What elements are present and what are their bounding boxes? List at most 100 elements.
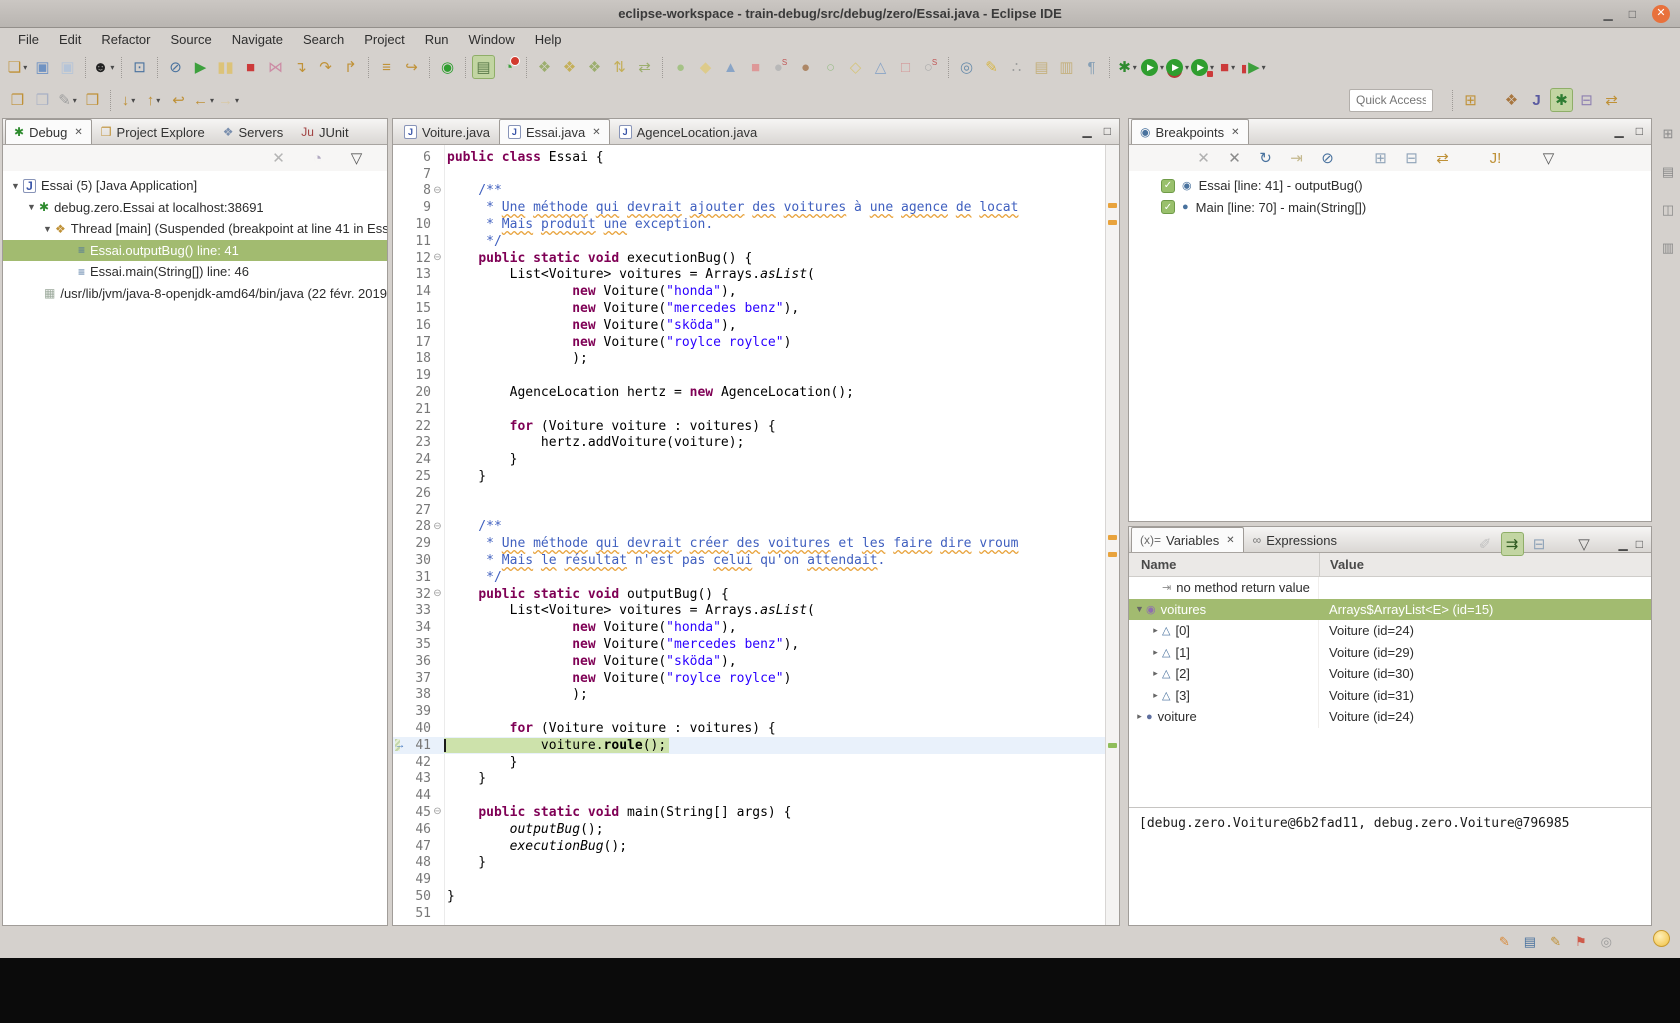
- code-line-13[interactable]: 13 List<Voiture> voitures = Arrays.asLis…: [393, 267, 1105, 284]
- open-from-clipboard-icon[interactable]: ❒: [31, 88, 54, 112]
- line-number[interactable]: 44: [407, 788, 431, 803]
- code-line-44[interactable]: 44: [393, 787, 1105, 804]
- coverage-launch-icon[interactable]: ▶▾: [1166, 55, 1189, 79]
- palette-circle-static-outline-icon[interactable]: ○S: [919, 55, 942, 79]
- code-line-20[interactable]: 20 AgenceLocation hertz = new AgenceLoca…: [393, 384, 1105, 401]
- code-line-46[interactable]: 46 outputBug();: [393, 821, 1105, 838]
- name-column-header[interactable]: Name: [1129, 557, 1319, 572]
- code-line-33[interactable]: 33 List<Voiture> voitures = Arrays.asLis…: [393, 603, 1105, 620]
- clear-annotations-icon[interactable]: ∴: [1005, 55, 1028, 79]
- line-number[interactable]: 13: [407, 267, 431, 282]
- code-line-40[interactable]: 40 for (Voiture voiture : voitures) {: [393, 720, 1105, 737]
- code-text[interactable]: }: [444, 755, 520, 770]
- line-number[interactable]: 35: [407, 637, 431, 652]
- code-text[interactable]: /**: [444, 519, 505, 534]
- minimize-panel-icon[interactable]: ▁: [1083, 124, 1092, 138]
- code-line-22[interactable]: 22 for (Voiture voiture : voitures) {: [393, 418, 1105, 435]
- close-icon[interactable]: ✕: [1226, 535, 1234, 546]
- tab-variables[interactable]: (x)=Variables✕: [1131, 527, 1244, 552]
- suspend-icon[interactable]: ▮▮: [214, 55, 237, 79]
- status-flag-icon[interactable]: ⚑: [1575, 934, 1587, 950]
- new-wizard-icon[interactable]: ❏▾: [6, 55, 29, 79]
- expander-icon[interactable]: ▸: [1149, 647, 1162, 658]
- show-supported-breakpoints-icon[interactable]: ↻: [1254, 146, 1277, 170]
- line-number[interactable]: 28: [407, 519, 431, 534]
- diagram-align-center-icon[interactable]: ❖: [558, 55, 581, 79]
- line-number[interactable]: 33: [407, 603, 431, 618]
- line-number[interactable]: 6: [407, 150, 431, 165]
- code-line-39[interactable]: 39: [393, 703, 1105, 720]
- status-pen-icon[interactable]: ✎: [1550, 934, 1561, 950]
- code-text[interactable]: * Mais produit une exception.: [444, 217, 716, 232]
- expand-all-icon[interactable]: ⊞: [1369, 146, 1392, 170]
- remove-all-terminated-icon[interactable]: ✕: [267, 146, 290, 170]
- palette-square-filled-icon[interactable]: ■: [744, 55, 767, 79]
- code-line-14[interactable]: 14 new Voiture("honda"),: [393, 283, 1105, 300]
- code-text[interactable]: outputBug();: [444, 822, 607, 837]
- expander-icon[interactable]: ▼: [41, 224, 54, 234]
- code-line-35[interactable]: 35 new Voiture("mercedes benz"),: [393, 636, 1105, 653]
- view-menu-icon[interactable]: ▽: [345, 146, 368, 170]
- resume-icon[interactable]: ▶: [189, 55, 212, 79]
- breakpoint-item-1[interactable]: ✓●Main [line: 70] - main(String[]): [1129, 197, 1651, 219]
- variable-detail-pane[interactable]: [debug.zero.Voiture@6b2fad11, debug.zero…: [1129, 807, 1651, 925]
- diagram-align-right-icon[interactable]: ❖: [583, 55, 606, 79]
- forward-history-icon[interactable]: →▾: [217, 88, 240, 112]
- tab-debug[interactable]: ✱Debug✕: [5, 119, 92, 144]
- variable-row-1[interactable]: ▼◉voituresArrays$ArrayList<E> (id=15): [1129, 599, 1651, 621]
- expander-icon[interactable]: ▼: [1133, 604, 1146, 614]
- tree-row-4[interactable]: ≡Essai.main(String[]) line: 46: [3, 261, 387, 283]
- run-to-line-icon[interactable]: ↪: [400, 55, 423, 79]
- code-text[interactable]: new Voiture("mercedes benz"),: [444, 301, 802, 316]
- profile-launch-icon[interactable]: ▶▾: [1191, 55, 1214, 79]
- line-number[interactable]: 48: [407, 855, 431, 870]
- expander-icon[interactable]: ▸: [1149, 690, 1162, 701]
- code-line-37[interactable]: 37 new Voiture("roylce roylce"): [393, 670, 1105, 687]
- remove-breakpoint-icon[interactable]: ✕: [1192, 146, 1215, 170]
- code-text[interactable]: for (Voiture voiture : voitures) {: [444, 419, 779, 434]
- breakpoint-gutter[interactable]: →: [393, 739, 407, 751]
- code-line-25[interactable]: 25 }: [393, 468, 1105, 485]
- code-line-43[interactable]: 43 }: [393, 770, 1105, 787]
- next-annotation-icon[interactable]: ↓▾: [117, 88, 140, 112]
- line-number[interactable]: 30: [407, 553, 431, 568]
- code-text[interactable]: * Mais le résultat n'est pas celui qu'on…: [444, 553, 888, 568]
- skip-all-breakpoints-icon[interactable]: ⊘: [1316, 146, 1339, 170]
- expander-icon[interactable]: ▼: [9, 181, 22, 191]
- skip-breakpoints-icon[interactable]: ⊘: [164, 55, 187, 79]
- variable-row-3[interactable]: ▸△[1]Voiture (id=29): [1129, 642, 1651, 664]
- run-launch-icon[interactable]: ▶▾: [1141, 55, 1164, 79]
- line-number[interactable]: 12: [407, 251, 431, 266]
- code-line-50[interactable]: 50}: [393, 888, 1105, 905]
- menu-edit[interactable]: Edit: [49, 30, 91, 49]
- line-number[interactable]: 23: [407, 435, 431, 450]
- code-text[interactable]: voiture.roule();: [444, 738, 669, 753]
- stop-launch-icon[interactable]: ■▾: [1216, 55, 1239, 79]
- lightbulb-icon[interactable]: [1653, 930, 1670, 947]
- ruler-mark[interactable]: [1108, 220, 1117, 225]
- tree-row-0[interactable]: ▼JEssai (5) [Java Application]: [3, 175, 387, 197]
- go-to-file-icon[interactable]: ⇥: [1285, 146, 1308, 170]
- expander-icon[interactable]: ▸: [1149, 668, 1162, 679]
- code-text[interactable]: AgenceLocation hertz = new AgenceLocatio…: [444, 385, 857, 400]
- ruler-mark[interactable]: [1108, 203, 1117, 208]
- menu-file[interactable]: File: [8, 30, 49, 49]
- code-text[interactable]: for (Voiture voiture : voitures) {: [444, 721, 779, 736]
- menu-source[interactable]: Source: [161, 30, 222, 49]
- line-number[interactable]: 37: [407, 671, 431, 686]
- quick-access-input[interactable]: [1349, 89, 1433, 112]
- save-all-icon[interactable]: ▣: [56, 55, 79, 79]
- code-text[interactable]: public static void main(String[] args) {: [444, 805, 794, 820]
- palette-diamond-filled-icon[interactable]: ◆: [694, 55, 717, 79]
- code-text[interactable]: public static void executionBug() {: [444, 251, 755, 266]
- code-text[interactable]: new Voiture("mercedes benz"),: [444, 637, 802, 652]
- code-text[interactable]: }: [444, 855, 489, 870]
- fold-icon[interactable]: ⊖: [431, 589, 444, 599]
- code-text[interactable]: * Une méthode qui devrait ajouter des vo…: [444, 200, 1021, 215]
- line-number[interactable]: 45: [407, 805, 431, 820]
- code-line-21[interactable]: 21: [393, 401, 1105, 418]
- variable-row-5[interactable]: ▸△[3]Voiture (id=31): [1129, 685, 1651, 707]
- diagram-distribute-h-icon[interactable]: ⇄: [633, 55, 656, 79]
- palette-sphere-icon[interactable]: ●: [794, 55, 817, 79]
- outline-view-icon[interactable]: ▤: [1662, 164, 1674, 180]
